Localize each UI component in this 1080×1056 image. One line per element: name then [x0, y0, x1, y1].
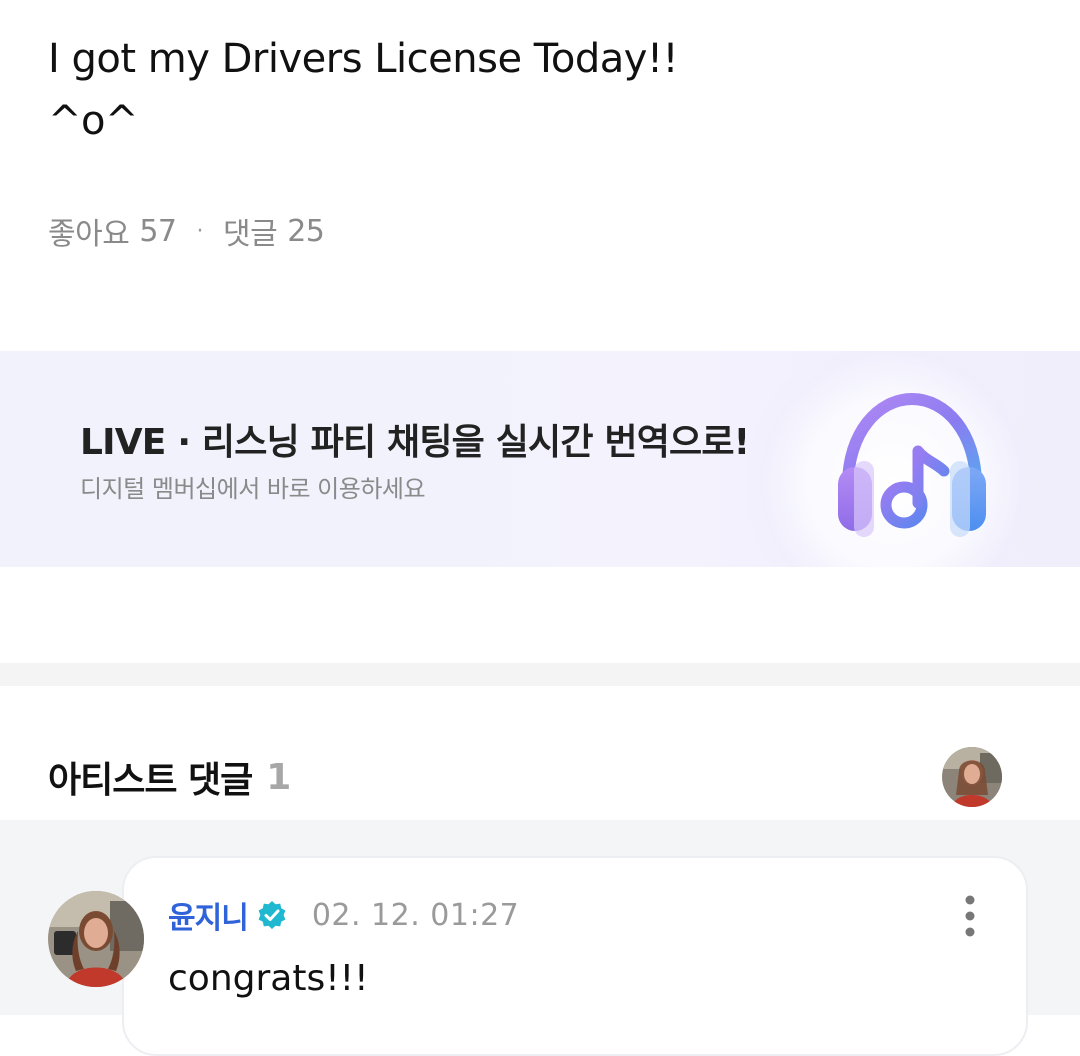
artist-comments-count: 1: [266, 756, 292, 798]
likes-count[interactable]: 57: [139, 214, 177, 249]
comment-meta: 윤지니 02. 12. 01:27: [168, 890, 519, 940]
likes-label[interactable]: 좋아요: [48, 209, 130, 253]
comment-timestamp: 02. 12. 01:27: [311, 897, 520, 933]
post-content: I got my Drivers License Today!! ^o^: [48, 28, 1028, 152]
artist-avatar[interactable]: [942, 747, 1002, 807]
stats-separator: ·: [196, 218, 204, 244]
artist-comments-title: 아티스트 댓글: [48, 760, 253, 801]
post-text-line: I got my Drivers License Today!!: [48, 36, 679, 82]
comment-author-avatar[interactable]: [48, 891, 144, 987]
comment-text: congrats!!!: [168, 958, 369, 999]
post-stats: 좋아요 57 · 댓글 25: [48, 208, 325, 254]
post-text-line: ^o^: [48, 98, 139, 144]
banner-subtitle: 디지털 멤버십에서 바로 이용하세요: [80, 475, 426, 503]
headphones-music-note-icon: [838, 392, 986, 537]
section-divider: [0, 663, 1080, 686]
artist-comments-header: 아티스트 댓글 1: [48, 750, 291, 804]
promo-banner[interactable]: LIVE · 리스닝 파티 채팅을 실시간 번역으로! 디지털 멤버십에서 바로…: [0, 351, 1080, 567]
more-vertical-icon[interactable]: [954, 893, 986, 939]
verified-badge-icon: [258, 901, 286, 929]
comments-count[interactable]: 25: [287, 214, 325, 249]
banner-title: LIVE · 리스닝 파티 채팅을 실시간 번역으로!: [80, 422, 750, 463]
comments-label[interactable]: 댓글: [223, 209, 278, 253]
comment-author-name[interactable]: 윤지니: [168, 893, 249, 937]
